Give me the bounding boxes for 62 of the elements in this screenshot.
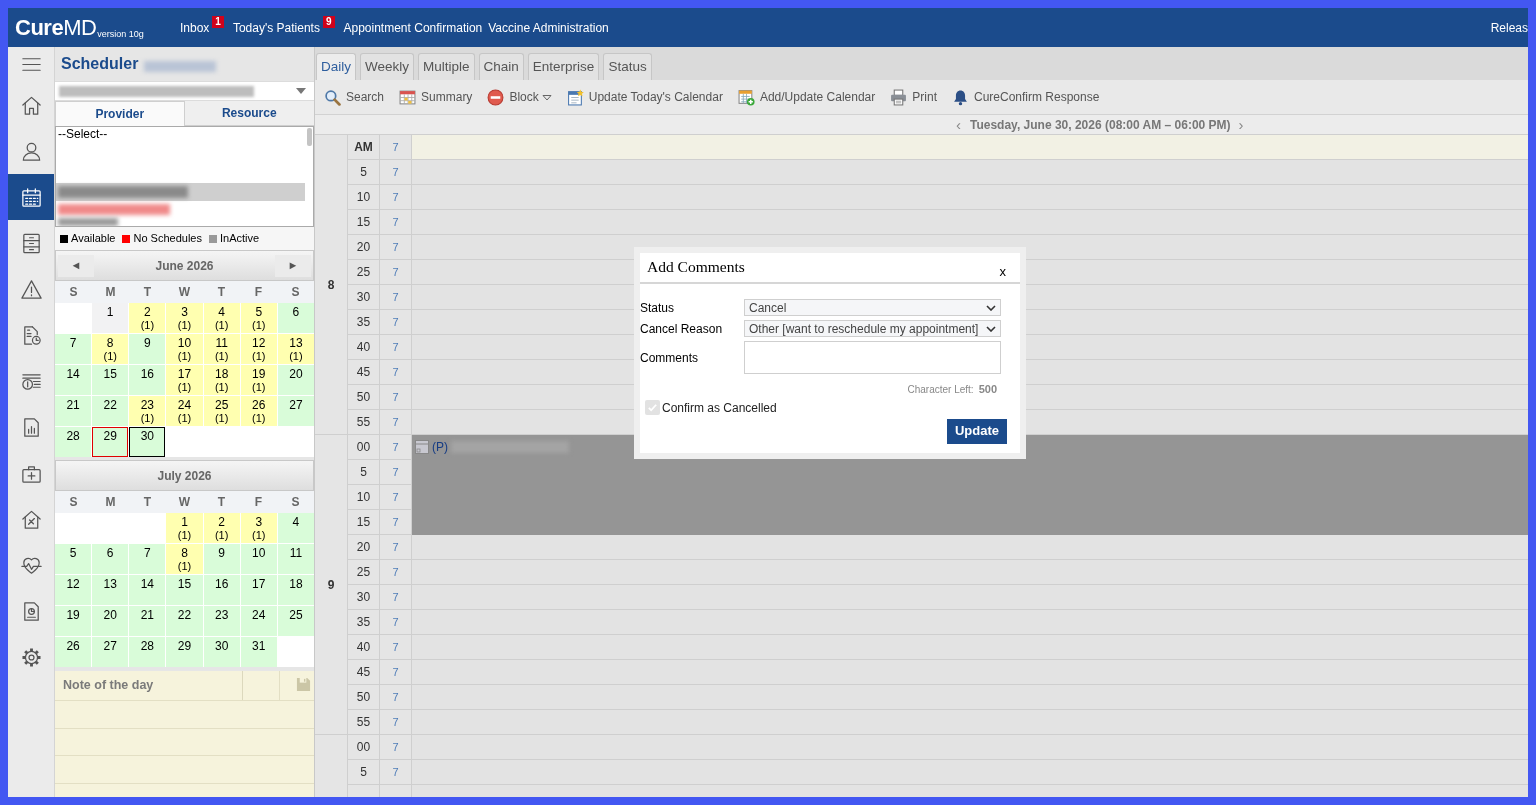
minute-label: 25 — [348, 560, 380, 585]
hour-label: 9 — [327, 576, 335, 594]
weekday-label: F — [253, 284, 264, 301]
minute-label: 45 — [348, 360, 380, 385]
character-count-label: Character Left: — [907, 383, 974, 397]
weekday-label: M — [104, 494, 117, 511]
notification-badge: 9 — [322, 15, 335, 28]
weekday-label: W — [177, 284, 192, 301]
minute-label: 50 — [348, 685, 380, 710]
weekday-label: S — [290, 494, 301, 511]
minute-label: 25 — [348, 260, 380, 285]
month-title: July 2026 — [157, 467, 212, 485]
weekday-label: S — [290, 284, 301, 301]
minute-label: 55 — [348, 710, 380, 735]
minute-label: 15 — [348, 210, 380, 235]
weekday-label: T — [142, 494, 153, 511]
minute-label: 45 — [348, 660, 380, 685]
minute-label: 10 — [348, 185, 380, 210]
field-label: Comments — [640, 350, 699, 365]
date-label: Tuesday, June 30, 2026 (08:00 AM – 06:00 PM) — [970, 116, 1231, 134]
minute-label: 35 — [348, 310, 380, 335]
minute-label: 5 — [348, 760, 380, 785]
minute-label: 10 — [348, 485, 380, 510]
minute-label: 20 — [348, 235, 380, 260]
weekday-label: S — [68, 494, 79, 511]
minute-label: 40 — [348, 635, 380, 660]
weekday-label: W — [177, 494, 192, 511]
weekday-label: T — [216, 494, 227, 511]
weekday-label: F — [253, 494, 264, 511]
weekday-label: T — [142, 284, 153, 301]
weekday-label: M — [104, 284, 117, 301]
weekday-label: S — [68, 284, 79, 301]
minute-label: 40 — [348, 335, 380, 360]
field-label: Status — [640, 300, 676, 315]
minute-label: 55 — [348, 410, 380, 435]
minute-label: 5 — [348, 460, 380, 485]
appointment-tag: (P) — [432, 440, 448, 454]
minute-label: 30 — [348, 285, 380, 310]
minute-label: AM — [348, 135, 380, 160]
hour-label: 8 — [327, 276, 335, 294]
panel-title: Scheduler — [61, 54, 139, 74]
minute-label: 00 — [348, 735, 380, 760]
character-count: 500 — [978, 382, 997, 397]
minute-label: 00 — [348, 435, 380, 460]
minute-label: 50 — [348, 385, 380, 410]
minute-label: 30 — [348, 585, 380, 610]
weekday-label: T — [216, 284, 227, 301]
logo: CureMD — [15, 15, 97, 40]
month-title: June 2026 — [155, 257, 214, 275]
minute-label: 35 — [348, 610, 380, 635]
minute-label: 15 — [348, 510, 380, 535]
field-label: Cancel Reason — [640, 321, 724, 336]
dialog-title: Add Comments — [646, 257, 745, 276]
note-title: Note of the day — [55, 671, 243, 700]
version-label: version 10g — [97, 28, 144, 39]
notification-badge: 1 — [212, 15, 224, 28]
legend-label: Available — [71, 231, 116, 247]
checkbox-label: Confirm as Cancelled — [662, 399, 777, 417]
minute-label: 5 — [348, 160, 380, 185]
legend-label: No Schedules — [133, 231, 202, 247]
minute-label: 20 — [348, 535, 380, 560]
legend-label: InActive — [219, 231, 260, 247]
